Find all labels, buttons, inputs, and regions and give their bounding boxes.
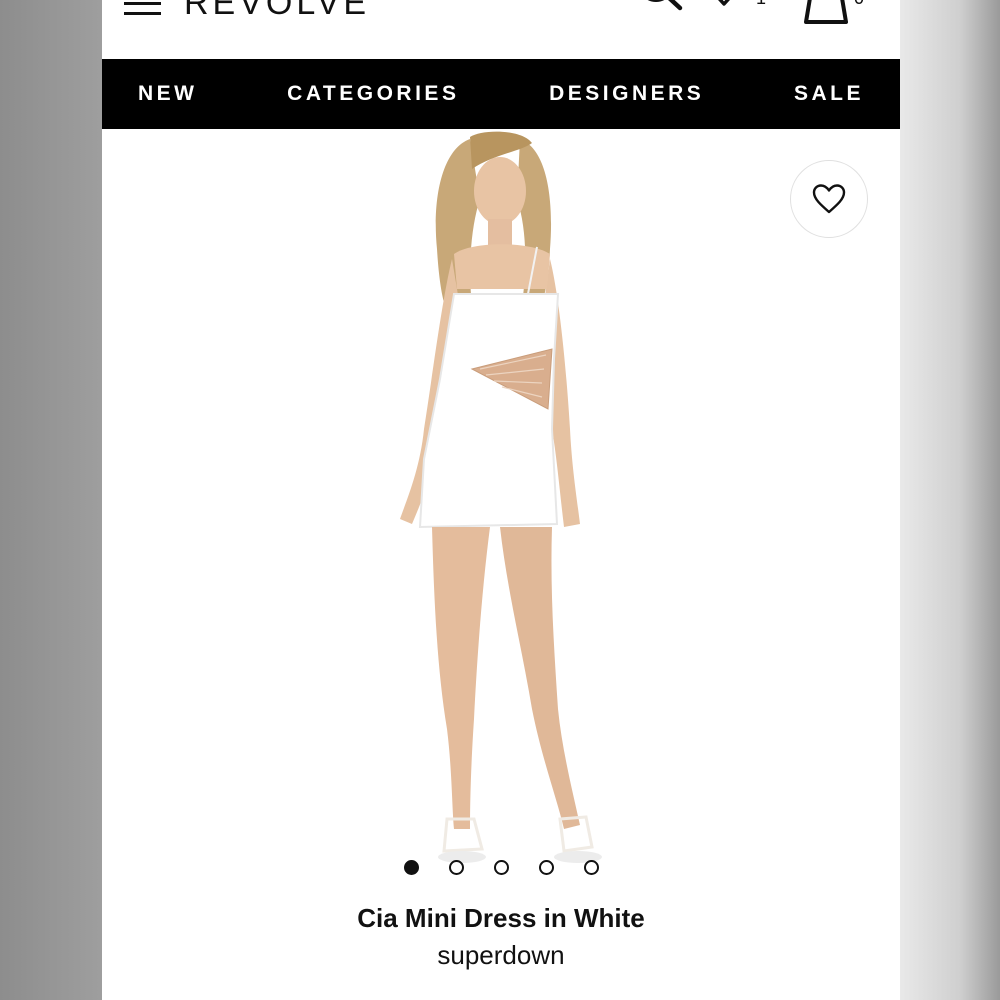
menu-icon[interactable] (124, 0, 164, 16)
heart-outline-icon (812, 184, 846, 214)
nav-item-new[interactable]: NEW (138, 82, 198, 106)
app-screen: REVOLVE 1 0 NEW CATEGORIES DESIGNERS SAL… (102, 0, 900, 1000)
product-photo (400, 131, 602, 863)
nav-item-categories[interactable]: CATEGORIES (287, 82, 459, 106)
bag-count: 0 (854, 0, 864, 9)
right-backdrop (900, 0, 1000, 1000)
carousel-pagination (102, 860, 900, 880)
product-brand[interactable]: superdown (102, 940, 900, 971)
add-to-favorites-button[interactable] (790, 160, 868, 238)
nav-item-designers[interactable]: DESIGNERS (549, 82, 704, 106)
brand-logo[interactable]: REVOLVE (184, 0, 370, 23)
carousel-dot-1[interactable] (403, 860, 419, 875)
search-icon[interactable] (634, 0, 686, 26)
carousel-dot-5[interactable] (583, 860, 599, 875)
product-title: Cia Mini Dress in White (357, 903, 645, 933)
carousel-dot-3[interactable] (493, 860, 509, 875)
carousel-dot-4[interactable] (538, 860, 554, 875)
top-bar: REVOLVE 1 0 (102, 0, 900, 59)
carousel-dot-2[interactable] (448, 860, 464, 875)
product-image-carousel[interactable] (102, 129, 900, 889)
wishlist-count: 1 (756, 0, 766, 9)
nav-item-sale[interactable]: SALE (794, 82, 864, 106)
category-nav: NEW CATEGORIES DESIGNERS SALE (102, 59, 900, 129)
